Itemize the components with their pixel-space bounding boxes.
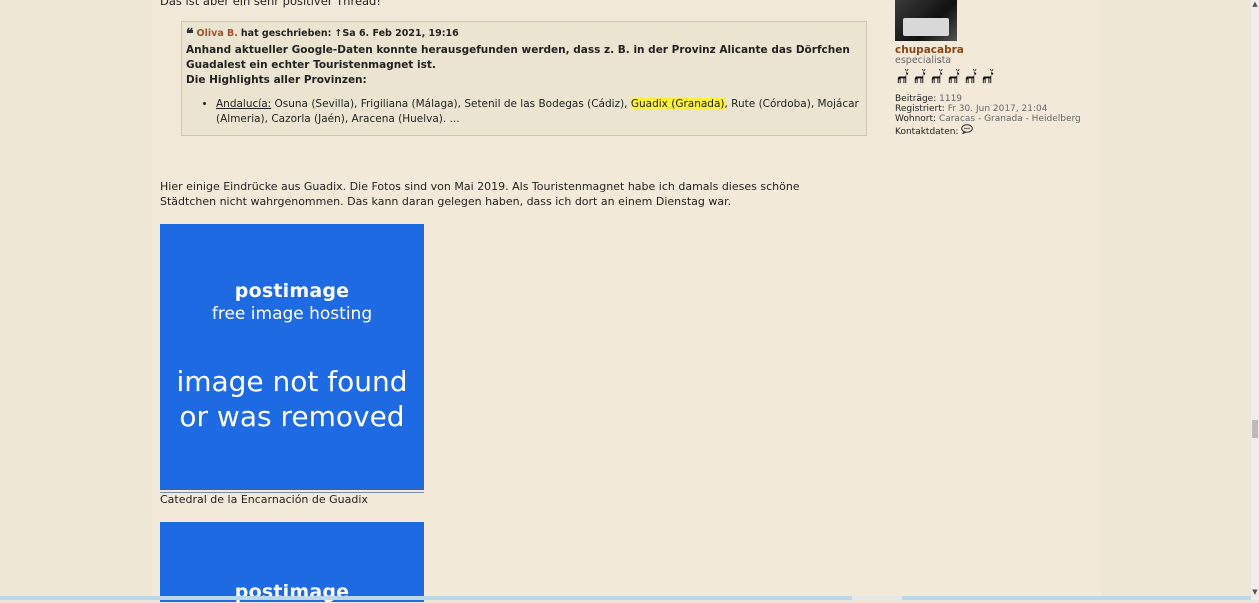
list-text-before: Osuna (Sevilla), Frigiliana (Málaga), Se… — [271, 98, 631, 110]
post-image[interactable]: postimage free image hosting image not f… — [160, 224, 424, 490]
chat-bubble-icon[interactable] — [961, 124, 974, 137]
quote-header: ❝ Oliva B. hat geschrieben: ↑Sa 6. Feb 2… — [186, 25, 862, 42]
horizontal-scrollbar-thumb[interactable] — [852, 596, 902, 600]
goat-icon — [948, 69, 960, 84]
contact: Kontaktdaten: — [895, 124, 1095, 137]
quote-main-text: Anhand aktueller Google-Daten konnte her… — [186, 44, 850, 71]
horizontal-scrollbar[interactable] — [0, 596, 1251, 600]
page-content: Das ist aber ein sehr positiver Thread! … — [152, 0, 1102, 603]
goat-icon — [897, 69, 909, 84]
highlighted-text: Guadix (Granada) — [630, 98, 725, 110]
list-region-label: Andalucía: — [216, 98, 272, 110]
postimage-logo: postimage — [234, 280, 350, 302]
avatar[interactable] — [895, 0, 957, 41]
avatar-image-detail — [903, 18, 949, 36]
scroll-up-icon[interactable]: ▲ — [1251, 0, 1259, 8]
goat-icon — [982, 69, 994, 84]
quote-block: ❝ Oliva B. hat geschrieben: ↑Sa 6. Feb 2… — [181, 21, 867, 136]
registered: Registriert: Fr 30. Jun 2017, 21:04 — [895, 104, 1095, 114]
quote-author-link[interactable]: Oliva B. — [197, 28, 238, 39]
user-profile: chupacabra especialista Beiträge: 1119 R… — [895, 0, 1095, 137]
quote-highlights-heading: Die Highlights aller Provinzen: — [186, 74, 367, 86]
location: Wohnort: Caracas - Granada - Heidelberg — [895, 114, 1095, 124]
contact-label: Kontaktdaten: — [895, 127, 959, 137]
registered-value: Fr 30. Jun 2017, 21:04 — [947, 104, 1048, 114]
quote-date-link[interactable]: ↑Sa 6. Feb 2021, 19:16 — [334, 28, 458, 39]
post-intro-text: Das ist aber ein sehr positiver Thread! — [160, 0, 381, 8]
location-label: Wohnort: — [895, 114, 937, 124]
goat-icon — [931, 69, 943, 84]
post-paragraph: Hier einige Eindrücke aus Guadix. Die Fo… — [160, 180, 800, 208]
scroll-down-icon[interactable]: ▼ — [1251, 588, 1259, 596]
image-caption: Catedral de la Encarnación de Guadix — [160, 492, 424, 506]
scrollbar-thumb[interactable] — [1252, 420, 1258, 438]
registered-label: Registriert: — [895, 104, 945, 114]
notfound-line-2: or was removed — [179, 400, 405, 433]
posts-label: Beiträge: — [895, 94, 937, 104]
rank-icons — [895, 69, 1095, 84]
quote-wrote-label: hat geschrieben: — [240, 28, 332, 39]
notfound-line-1: image not found — [176, 365, 408, 398]
quote-text: Anhand aktueller Google-Daten konnte her… — [186, 43, 862, 88]
user-meta: Beiträge: 1119 Registriert: Fr 30. Jun 2… — [895, 94, 1095, 137]
user-rank: especialista — [895, 55, 952, 66]
quote-icon: ❝ — [186, 25, 194, 42]
post-image[interactable]: postimage — [160, 522, 424, 603]
goat-icon — [965, 69, 977, 84]
image-not-found-text: image not found or was removed — [160, 364, 424, 434]
location-value: Caracas - Granada - Heidelberg — [938, 114, 1081, 124]
posts-count: Beiträge: 1119 — [895, 94, 1095, 104]
quote-list: Andalucía: Osuna (Sevilla), Frigiliana (… — [186, 97, 862, 127]
vertical-scrollbar[interactable]: ▲ ▼ — [1251, 0, 1259, 600]
list-item: Andalucía: Osuna (Sevilla), Frigiliana (… — [216, 97, 862, 127]
postimage-subtitle: free image hosting — [211, 304, 373, 324]
goat-icon — [914, 69, 926, 84]
posts-value-link[interactable]: 1119 — [939, 94, 962, 104]
